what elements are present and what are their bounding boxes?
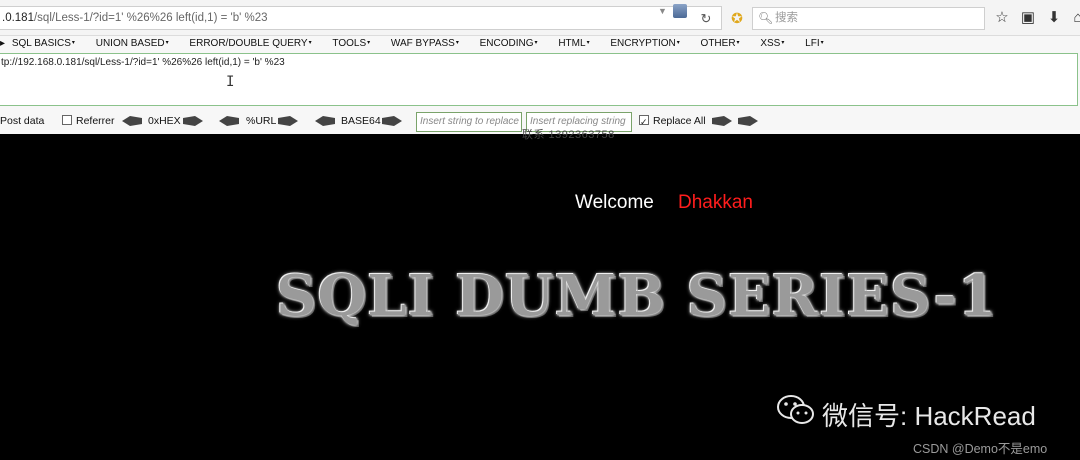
- reload-icon[interactable]: ↻: [696, 10, 716, 28]
- wechat-watermark: 微信号: HackRead: [822, 401, 1036, 431]
- hackbar-menu: ▸ SQL BASICS▾ UNION BASED▾ ERROR/DOUBLE …: [0, 36, 1080, 52]
- overlap-ghost-text: 联系 1392363758: [522, 129, 615, 141]
- base64-decode-arrow-icon[interactable]: [315, 116, 335, 126]
- wechat-icon: [777, 395, 814, 424]
- hackbar-menu-other[interactable]: OTHER▾: [701, 36, 749, 51]
- replace-all-checkbox[interactable]: [639, 111, 649, 133]
- replace-all-label: Replace All: [653, 115, 706, 127]
- hex-decode-arrow-icon[interactable]: [122, 116, 142, 126]
- hackbar-menu-xss[interactable]: XSS▾: [760, 36, 793, 51]
- welcome-text: Welcome: [575, 192, 654, 213]
- replace-left-arrow-icon[interactable]: [712, 116, 732, 126]
- address-toolbar: .0.181/sql/Less-1/?id=1' %26%26 left(id,…: [0, 0, 1080, 36]
- address-bar[interactable]: .0.181/sql/Less-1/?id=1' %26%26 left(id,…: [0, 6, 722, 30]
- hackbar-menu-html[interactable]: HTML▾: [558, 36, 598, 51]
- post-data-label: Post data: [0, 115, 45, 127]
- post-data-toggle[interactable]: Post data: [0, 110, 44, 132]
- url-host: .0.181: [2, 12, 34, 24]
- hackbar-menu-union-based[interactable]: UNION BASED▾: [96, 36, 178, 51]
- bookmark-icon[interactable]: ☆: [992, 8, 1012, 28]
- base64-label: BASE64: [341, 115, 381, 127]
- replace-right-arrow-icon[interactable]: [738, 116, 758, 126]
- username-text: Dhakkan: [678, 192, 753, 213]
- page-banner: SQLI DUMB SERIES-1: [276, 263, 998, 329]
- replace-all-toggle[interactable]: Replace All: [639, 110, 706, 133]
- search-icon: 🔍︎: [758, 11, 774, 25]
- url-encode-arrow-icon[interactable]: [278, 116, 298, 126]
- hackbar-menu-caret-icon: ▸: [0, 38, 6, 49]
- hackbar-menu-sql-basics[interactable]: SQL BASICS▾: [12, 36, 84, 51]
- referrer-toggle[interactable]: Referrer: [62, 110, 115, 132]
- base64-encode-arrow-icon[interactable]: [382, 116, 402, 126]
- referrer-label: Referrer: [76, 115, 115, 127]
- compat-view-icon[interactable]: [673, 4, 687, 18]
- hackbar-menu-encoding[interactable]: ENCODING▾: [480, 36, 547, 51]
- hackbar-menu-waf-bypass[interactable]: WAF BYPASS▾: [391, 36, 468, 51]
- url-decode-arrow-icon[interactable]: [219, 116, 239, 126]
- url-path: /sql/Less-1/?id=1' %26%26 left(id,1) = '…: [33, 12, 268, 24]
- download-icon[interactable]: ⬇: [1044, 8, 1064, 28]
- search-placeholder: 搜索: [775, 12, 798, 24]
- hex-encode-arrow-icon[interactable]: [183, 116, 203, 126]
- bookmark-star-icon[interactable]: ✪: [728, 9, 746, 27]
- hackbar-menu-lfi[interactable]: LFI▾: [805, 36, 832, 51]
- hex-label: 0xHEX: [148, 115, 181, 127]
- hackbar-menu-tools[interactable]: TOOLS▾: [332, 36, 379, 51]
- home-icon[interactable]: ⌂: [1068, 8, 1080, 28]
- csdn-watermark: CSDN @Demo不是emo: [913, 442, 1048, 456]
- replace-string-input[interactable]: Insert string to replace: [416, 112, 522, 132]
- url-dropdown-icon[interactable]: ▼: [658, 6, 667, 16]
- text-cursor-icon: I: [226, 74, 235, 90]
- browser-chrome: .0.181/sql/Less-1/?id=1' %26%26 left(id,…: [0, 0, 1080, 134]
- hackbar-url-textarea[interactable]: tp://192.168.0.181/sql/Less-1/?id=1' %26…: [0, 53, 1078, 106]
- search-input[interactable]: 🔍︎ 搜索: [752, 7, 985, 30]
- hackbar-url-text: tp://192.168.0.181/sql/Less-1/?id=1' %26…: [1, 57, 285, 68]
- hackbar-menu-encryption[interactable]: ENCRYPTION▾: [610, 36, 688, 51]
- referrer-checkbox[interactable]: [62, 115, 72, 125]
- reading-list-icon[interactable]: ▣: [1018, 8, 1038, 28]
- url-encode-label: %URL: [246, 115, 277, 127]
- hackbar-menu-error-double-query[interactable]: ERROR/DOUBLE QUERY▾: [189, 36, 320, 51]
